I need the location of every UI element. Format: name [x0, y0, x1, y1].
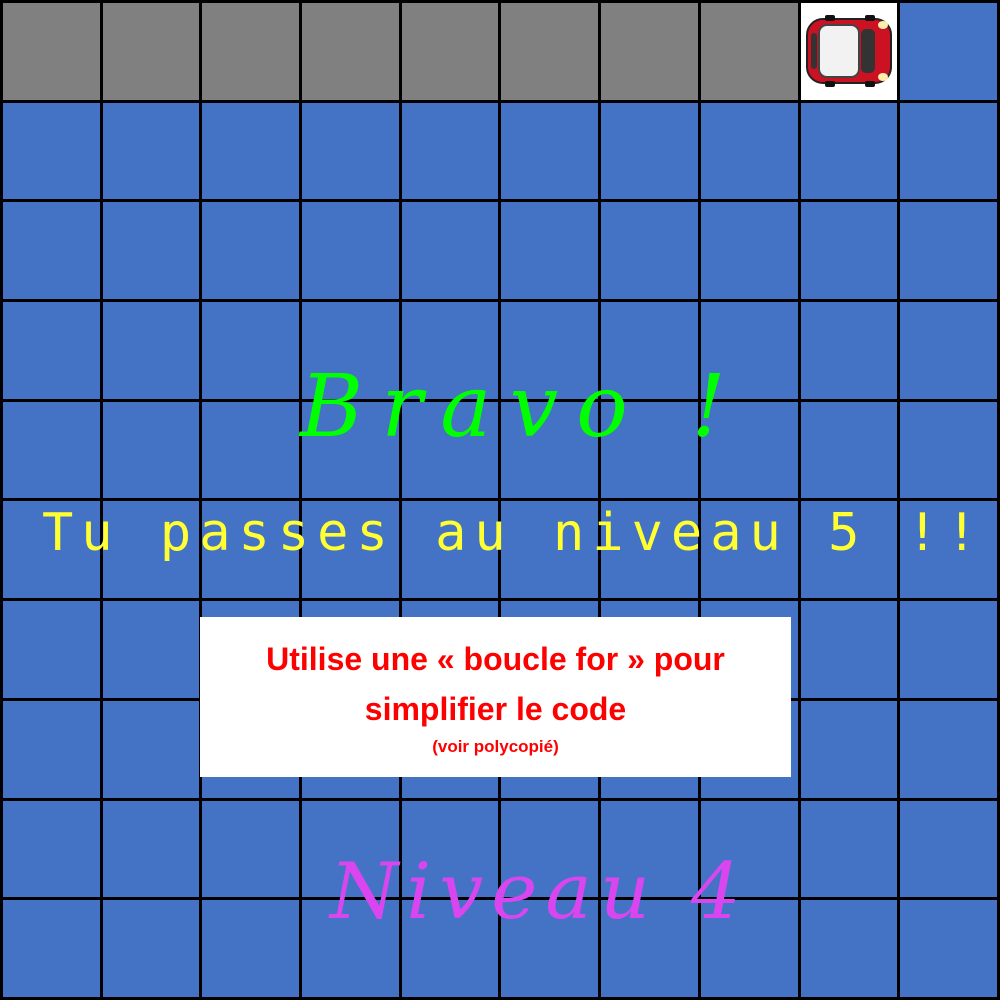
water-cell — [302, 800, 399, 898]
water-cell — [501, 102, 599, 200]
road-cell — [700, 3, 798, 100]
water-cell — [202, 302, 300, 399]
water-cell — [700, 302, 798, 399]
water-cell — [601, 202, 698, 300]
water-cell — [700, 401, 798, 499]
water-cell — [102, 700, 200, 798]
water-cell — [900, 501, 997, 599]
water-cell — [601, 302, 698, 399]
water-cell — [302, 302, 399, 399]
water-cell — [202, 800, 300, 898]
water-cell — [3, 900, 100, 997]
water-cell — [601, 401, 698, 499]
water-cell — [202, 102, 300, 200]
water-cell — [501, 401, 599, 499]
water-cell — [202, 501, 300, 599]
water-cell — [401, 900, 499, 997]
game-board — [0, 0, 1000, 1000]
water-cell — [900, 800, 997, 898]
water-cell — [900, 102, 997, 200]
water-cell — [302, 202, 399, 300]
water-cell — [800, 102, 898, 200]
water-cell — [601, 900, 698, 997]
water-cell — [501, 202, 599, 300]
road-cell — [601, 3, 698, 100]
road-cell — [202, 3, 300, 100]
water-cell — [3, 102, 100, 200]
water-cell — [102, 900, 200, 997]
water-cell — [401, 302, 499, 399]
road-cell — [302, 3, 399, 100]
water-cell — [202, 900, 300, 997]
water-cell — [700, 202, 798, 300]
water-cell — [3, 800, 100, 898]
water-cell — [900, 202, 997, 300]
water-cell — [401, 501, 499, 599]
water-cell — [800, 900, 898, 997]
water-cell — [102, 800, 200, 898]
water-cell — [900, 700, 997, 798]
water-cell — [202, 202, 300, 300]
water-cell — [900, 601, 997, 698]
water-cell — [800, 202, 898, 300]
hint-note: (voir polycopié) — [432, 737, 559, 756]
car-cell — [800, 3, 898, 100]
water-cell — [401, 202, 499, 300]
red-car-icon — [805, 15, 892, 88]
water-cell — [401, 401, 499, 499]
water-cell — [800, 302, 898, 399]
water-cell — [3, 401, 100, 499]
water-cell — [700, 800, 798, 898]
water-cell — [800, 401, 898, 499]
water-cell — [3, 601, 100, 698]
water-cell — [102, 302, 200, 399]
water-cell — [700, 501, 798, 599]
hint-line-1: Utilise une « boucle for » pour — [266, 641, 725, 677]
water-cell — [501, 900, 599, 997]
road-cell — [3, 3, 100, 100]
road-cell — [401, 3, 499, 100]
water-cell — [501, 800, 599, 898]
water-cell — [302, 900, 399, 997]
water-cell — [3, 501, 100, 599]
road-cell — [501, 3, 599, 100]
water-cell — [800, 700, 898, 798]
water-cell — [102, 202, 200, 300]
water-cell — [202, 401, 300, 499]
water-cell — [3, 202, 100, 300]
water-cell — [601, 501, 698, 599]
hint-box: Utilise une « boucle for » pour simplifi… — [200, 617, 791, 777]
water-cell — [900, 302, 997, 399]
water-cell — [102, 501, 200, 599]
water-cell — [102, 401, 200, 499]
water-cell — [302, 501, 399, 599]
water-cell — [401, 800, 499, 898]
water-cell — [800, 800, 898, 898]
water-cell — [501, 302, 599, 399]
water-cell — [401, 102, 499, 200]
water-cell — [3, 700, 100, 798]
water-cell — [900, 900, 997, 997]
road-cell — [102, 3, 200, 100]
water-cell — [102, 102, 200, 200]
water-cell — [601, 102, 698, 200]
water-cell — [601, 800, 698, 898]
water-cell — [700, 102, 798, 200]
water-cell — [501, 501, 599, 599]
hint-line-2: simplifier le code — [364, 691, 627, 727]
water-cell — [800, 501, 898, 599]
water-cell — [900, 3, 997, 100]
water-cell — [302, 401, 399, 499]
water-cell — [102, 601, 200, 698]
water-cell — [700, 900, 798, 997]
water-cell — [900, 401, 997, 499]
water-cell — [302, 102, 399, 200]
water-cell — [3, 302, 100, 399]
water-cell — [800, 601, 898, 698]
